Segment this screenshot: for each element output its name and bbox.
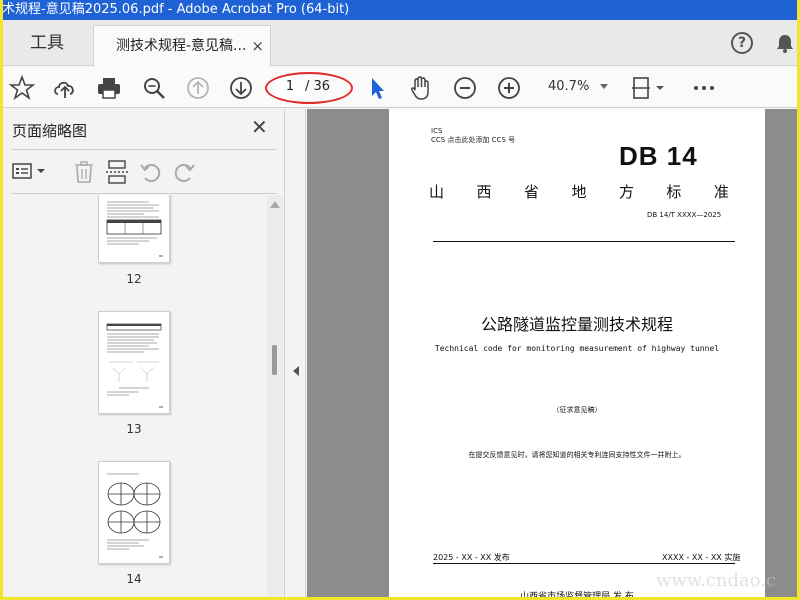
tab-document[interactable]: 测技术规程-意见稿... ×	[93, 25, 271, 67]
issue-date: 2025 - XX - XX 发布	[433, 553, 510, 562]
divider	[11, 193, 277, 194]
watermark-text: www.cndao.c	[656, 570, 777, 591]
tab-close-icon[interactable]: ×	[251, 26, 264, 66]
standard-char: 省	[523, 183, 539, 201]
more-options-icon[interactable]	[690, 74, 718, 102]
standard-heading: 山 西 省 地 方 标 准	[429, 181, 729, 202]
document-title-english: Technical code for monitoring measuremen…	[434, 344, 720, 353]
star-icon[interactable]	[8, 74, 36, 102]
divider	[11, 149, 277, 150]
help-icon[interactable]: ?	[731, 32, 753, 54]
draft-label: （征求意见稿）	[552, 406, 602, 414]
previous-page-icon[interactable]	[184, 74, 212, 102]
insert-page-icon[interactable]	[104, 159, 130, 185]
collapse-panel-icon[interactable]	[293, 366, 299, 376]
rotate-left-icon[interactable]	[138, 159, 164, 185]
highlight-oval	[265, 72, 353, 104]
next-page-icon[interactable]	[227, 74, 255, 102]
thumbnail-label: 12	[126, 272, 142, 286]
toolbar: 1 / 36 40.7%	[3, 67, 797, 108]
thumbnail-preview	[106, 201, 163, 257]
tab-tools[interactable]: 工具	[3, 20, 91, 66]
thumbnail-preview	[106, 323, 163, 408]
implementation-date: XXXX - XX - XX 实施	[662, 553, 741, 562]
thumbnail-preview	[107, 473, 163, 558]
zoom-dropdown-caret-icon[interactable]	[600, 84, 608, 89]
thumbnail-list: 12 13 14	[3, 195, 267, 597]
document-view[interactable]: ICS CCS 点击此处添加 CCS 号 DB 14 山 西 省 地 方 标 准…	[307, 109, 797, 597]
hand-tool-icon[interactable]	[407, 74, 435, 102]
page-fit-icon[interactable]	[629, 74, 669, 102]
tab-bar: 工具 测技术规程-意见稿... × ?	[3, 20, 797, 67]
thumbnail-label: 14	[126, 572, 142, 586]
ccs-label: CCS 点击此处添加 CCS 号	[431, 136, 516, 144]
panel-splitter[interactable]	[286, 109, 306, 597]
select-cursor-icon[interactable]	[363, 74, 391, 102]
thumbnail-page[interactable]	[98, 461, 170, 564]
print-icon[interactable]	[95, 74, 123, 102]
bell-icon[interactable]	[774, 32, 796, 54]
panel-close-icon[interactable]: ✕	[251, 115, 268, 139]
zoom-out-icon[interactable]	[451, 74, 479, 102]
thumbnail-panel: 页面缩略图 ✕ 12 13 14	[3, 109, 285, 597]
tab-document-label: 测技术规程-意见稿...	[116, 38, 247, 54]
standard-code: DB 14/T XXXX—2025	[647, 211, 722, 219]
scroll-up-icon[interactable]	[270, 201, 280, 208]
standard-char: 西	[476, 183, 492, 201]
delete-trash-icon[interactable]	[71, 159, 97, 185]
zoom-in-icon[interactable]	[495, 74, 523, 102]
title-bar: 术规程-意见稿2025.06.pdf - Adobe Acrobat Pro (…	[0, 0, 800, 20]
ics-code: ICS CCS 点击此处添加 CCS 号	[431, 127, 515, 145]
standard-char: 标	[666, 183, 682, 201]
standard-char: 山	[429, 183, 445, 201]
document-page: ICS CCS 点击此处添加 CCS 号 DB 14 山 西 省 地 方 标 准…	[389, 109, 765, 597]
upload-cloud-icon[interactable]	[51, 74, 79, 102]
document-title: 公路隧道监控量测技术规程	[480, 315, 673, 334]
thumbnail-page[interactable]	[98, 311, 170, 414]
window-title: 术规程-意见稿2025.06.pdf - Adobe Acrobat Pro (…	[2, 2, 350, 17]
thumbnail-label: 13	[126, 422, 142, 436]
standard-char: 方	[618, 183, 634, 201]
scrollbar-thumb[interactable]	[272, 345, 277, 375]
divider	[433, 241, 735, 242]
divider	[433, 563, 735, 564]
thumbnail-page[interactable]	[98, 195, 170, 263]
ics-label: ICS	[431, 127, 443, 135]
patent-note: 在提交反馈意见时，请将您知道的相关专利连同支持性文件一并附上。	[468, 451, 686, 459]
zoom-search-icon[interactable]	[140, 74, 168, 102]
standard-char: 地	[571, 183, 587, 201]
rotate-right-icon[interactable]	[171, 159, 197, 185]
panel-title: 页面缩略图	[12, 122, 88, 140]
standard-char: 准	[713, 183, 729, 201]
db-mark: DB 14	[619, 141, 698, 171]
thumbnail-options-icon[interactable]	[11, 159, 47, 185]
thumbnail-scrollbar[interactable]	[267, 195, 283, 597]
